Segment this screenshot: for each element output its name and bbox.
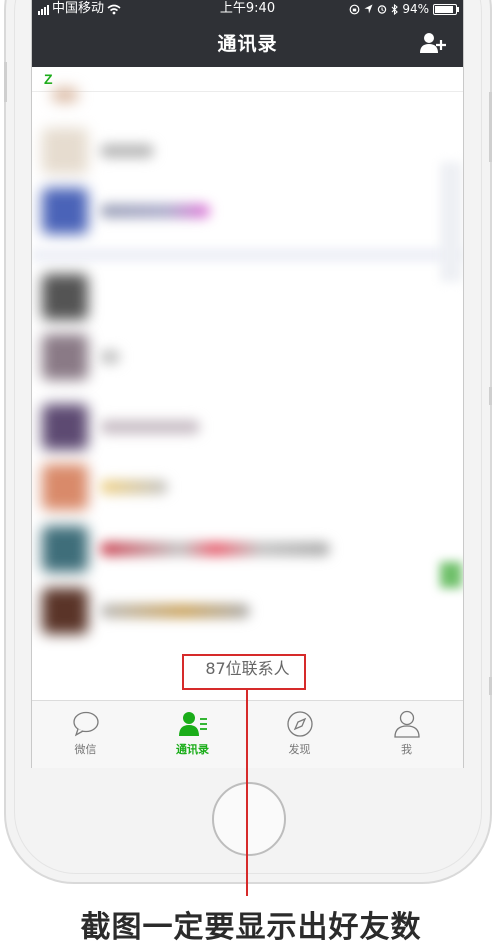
- avatar: [42, 274, 88, 320]
- blurred-badge: [440, 562, 462, 588]
- alarm-icon: [378, 5, 387, 14]
- avatar: [42, 526, 88, 572]
- person-icon: [393, 710, 420, 738]
- contact-name-blurred: [100, 604, 250, 618]
- battery-percent: 94%: [402, 2, 429, 16]
- contact-name-blurred: [100, 204, 210, 218]
- tab-chats[interactable]: 微信: [32, 701, 139, 768]
- avatar: [42, 464, 88, 510]
- avatar: [42, 128, 88, 174]
- contact-name-blurred: [100, 144, 154, 158]
- avatar: [52, 88, 78, 102]
- status-bar: 中国移动 上午9:40 94%: [32, 0, 463, 18]
- list-item[interactable]: [32, 268, 463, 324]
- side-mark: [489, 677, 492, 695]
- chat-bubble-icon: [72, 711, 99, 737]
- avatar: [42, 334, 88, 380]
- home-button[interactable]: [212, 782, 286, 856]
- tab-me[interactable]: 我: [353, 701, 460, 768]
- volume-button: [4, 62, 7, 102]
- list-item[interactable]: [32, 520, 463, 576]
- tab-label: 通讯录: [176, 743, 209, 756]
- contacts-icon: [178, 712, 207, 736]
- avatar: [42, 188, 88, 234]
- list-item[interactable]: [32, 328, 463, 384]
- orientation-lock-icon: [349, 4, 360, 14]
- compass-icon: [286, 711, 313, 737]
- contact-name-blurred: [100, 350, 120, 364]
- tab-discover[interactable]: 发现: [246, 701, 353, 768]
- list-item[interactable]: [32, 582, 463, 638]
- contact-name-blurred: [100, 542, 330, 556]
- tab-contacts[interactable]: 通讯录: [139, 701, 246, 768]
- tab-label: 我: [401, 743, 412, 756]
- add-contact-icon[interactable]: [419, 32, 447, 54]
- list-item[interactable]: [32, 182, 463, 238]
- annotation-caption: 截图一定要显示出好友数: [80, 910, 422, 945]
- list-item[interactable]: [32, 122, 463, 178]
- list-item[interactable]: [32, 458, 463, 514]
- phone-screen: 中国移动 上午9:40 94% 通讯录 Z 87位联系人 微信 通讯录 发现 我: [31, 0, 464, 768]
- side-mark: [489, 387, 492, 405]
- power-button: [489, 92, 492, 162]
- section-header: Z: [32, 67, 463, 92]
- page-title: 通讯录: [217, 33, 278, 55]
- annotation-highlight-box: [182, 654, 306, 690]
- top-bar: 中国移动 上午9:40 94% 通讯录: [32, 0, 463, 67]
- avatar: [42, 588, 88, 634]
- list-item[interactable]: [32, 398, 463, 454]
- section-letter: Z: [44, 71, 53, 87]
- contact-list[interactable]: [32, 88, 463, 652]
- tab-label: 发现: [288, 743, 311, 756]
- contact-name-blurred: [100, 480, 168, 494]
- contact-name-blurred: [100, 420, 200, 434]
- location-icon: [364, 4, 373, 14]
- avatar: [42, 404, 88, 450]
- annotation-pointer-line: [246, 690, 248, 896]
- battery-icon: [433, 3, 459, 15]
- blurred-index-bar: [440, 162, 462, 282]
- blurred-divider: [32, 248, 463, 262]
- tab-label: 微信: [74, 743, 97, 756]
- bluetooth-icon: [391, 3, 399, 15]
- status-right: 94%: [349, 0, 459, 18]
